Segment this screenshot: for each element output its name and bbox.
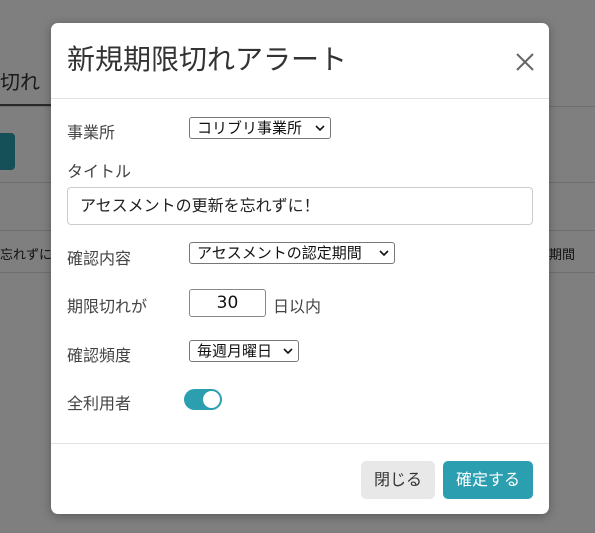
office-select-value: コリブリ事業所	[197, 119, 303, 137]
new-expiry-alert-modal: 新規期限切れアラート 事業所 コリブリ事業所 タイトル アセスメントの更新を忘れ…	[51, 23, 549, 514]
chevron-down-icon	[379, 250, 389, 256]
chevron-down-icon	[283, 348, 293, 354]
office-select[interactable]: コリブリ事業所	[189, 117, 331, 139]
expiry-days-suffix: 日以内	[273, 297, 322, 316]
modal-title: 新規期限切れアラート	[67, 43, 348, 76]
expiry-label: 期限切れが	[67, 297, 148, 316]
expiry-days-input[interactable]: 30	[189, 289, 266, 317]
frequency-label: 確認頻度	[67, 346, 132, 365]
check-content-select-value: アセスメントの認定期間	[197, 244, 362, 262]
close-button[interactable]: 閉じる	[361, 461, 435, 499]
all-users-toggle[interactable]	[184, 389, 222, 410]
check-content-label: 確認内容	[67, 249, 132, 268]
confirm-button[interactable]: 確定する	[443, 461, 533, 499]
all-users-label: 全利用者	[67, 394, 132, 413]
title-input[interactable]: アセスメントの更新を忘れずに！	[67, 187, 533, 225]
title-label: タイトル	[67, 162, 132, 181]
check-content-select[interactable]: アセスメントの認定期間	[189, 242, 395, 264]
modal-footer: 閉じる 確定する	[51, 443, 549, 514]
frequency-select-value: 毎週月曜日	[197, 342, 273, 360]
toggle-knob	[203, 391, 220, 408]
close-icon[interactable]	[513, 50, 537, 74]
office-label: 事業所	[67, 123, 116, 142]
frequency-select[interactable]: 毎週月曜日	[189, 340, 299, 362]
modal-header: 新規期限切れアラート	[51, 23, 549, 99]
chevron-down-icon	[315, 125, 325, 131]
